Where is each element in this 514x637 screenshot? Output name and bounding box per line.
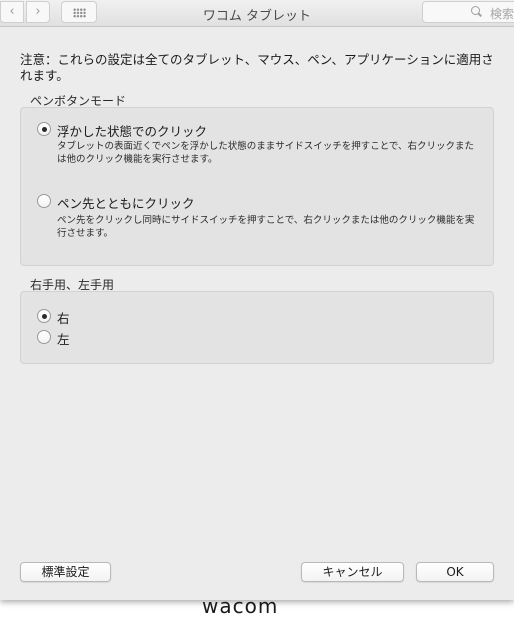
cancel-button[interactable]: キャンセル xyxy=(301,562,404,582)
radio-left-handed[interactable] xyxy=(37,330,51,344)
radio-hover-click[interactable] xyxy=(37,122,51,136)
toolbar: ‹ › ワコム タブレット 検索 xyxy=(0,0,514,27)
search-icon xyxy=(471,6,480,15)
radio-right-handed[interactable] xyxy=(37,309,51,323)
option-tip-click-description: ペン先をクリックし同時にサイドスイッチを押すことで、右クリックまたは他のクリック… xyxy=(57,215,475,239)
notice-text: 注意：これらの設定は全てのタブレット、マウス、ペン、アプリケーションに適用されま… xyxy=(20,52,494,83)
handedness-panel: 右 左 xyxy=(20,291,494,364)
preferences-window: ‹ › ワコム タブレット 検索 注意：これらの設定は全てのタブレット、マウス、… xyxy=(0,0,514,600)
ok-button[interactable]: OK xyxy=(416,562,494,582)
default-button[interactable]: 標準設定 xyxy=(20,562,111,582)
pen-button-mode-panel: 浮かした状態でのクリック タブレットの表面近くでペンを浮かした状態のままサイドス… xyxy=(20,107,494,266)
right-handed-label[interactable]: 右 xyxy=(57,308,70,327)
option-hover-click-label[interactable]: 浮かした状態でのクリック xyxy=(57,121,207,140)
radio-tip-click[interactable] xyxy=(37,194,51,208)
wacom-logo: wacom xyxy=(202,594,279,618)
option-tip-click-label[interactable]: ペン先とともにクリック xyxy=(57,193,195,212)
search-placeholder: 検索 xyxy=(490,7,514,21)
option-hover-click-description: タブレットの表面近くでペンを浮かした状態のままサイドスイッチを押すことで、右クリ… xyxy=(57,141,475,165)
left-handed-label[interactable]: 左 xyxy=(57,329,70,348)
search-input[interactable]: 検索 xyxy=(422,1,514,23)
